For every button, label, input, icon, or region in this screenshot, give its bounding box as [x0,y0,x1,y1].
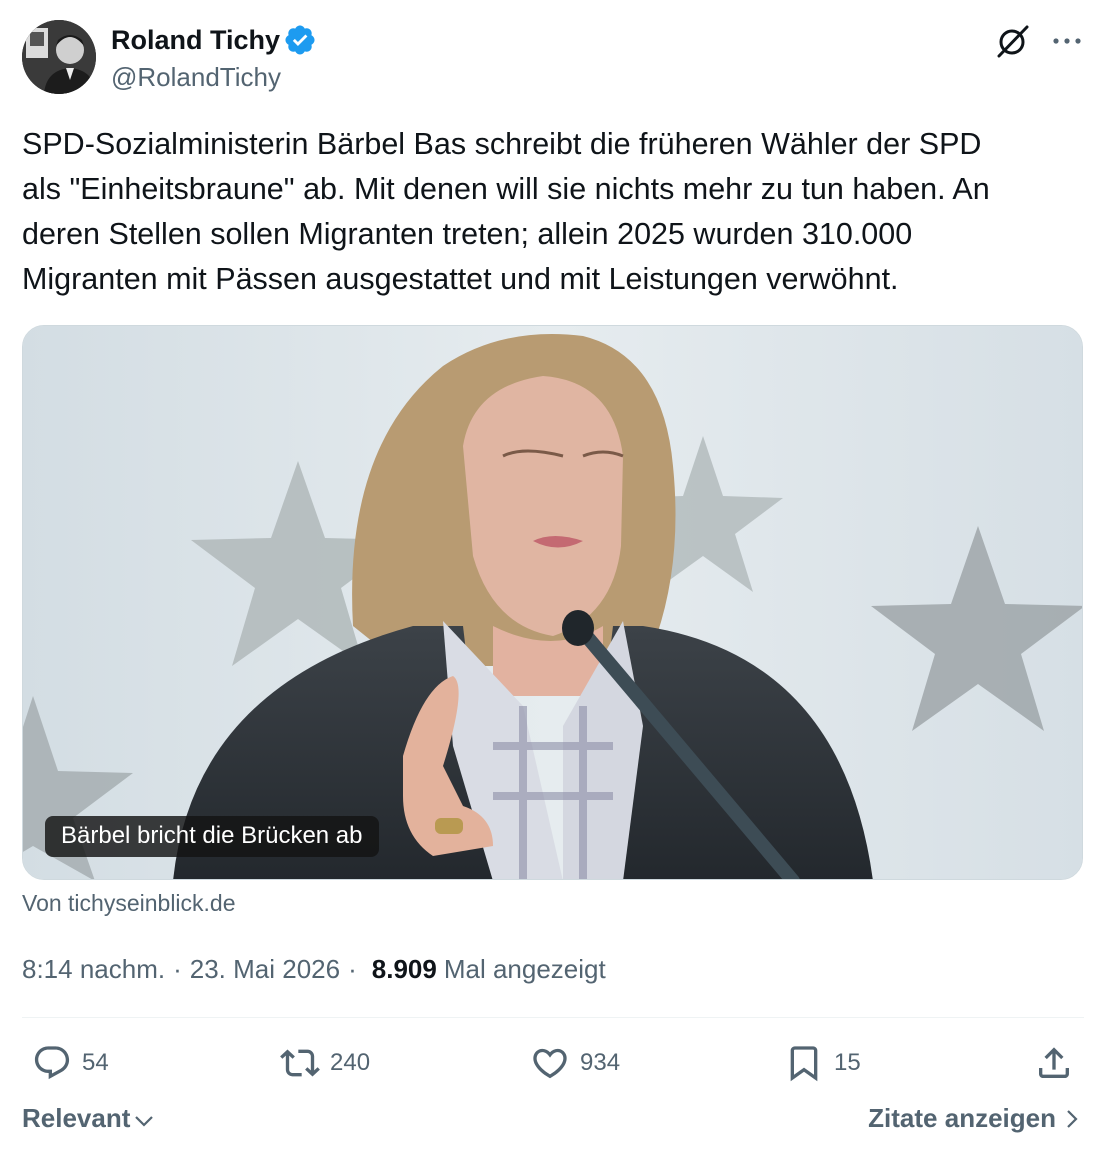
tweet-text: SPD-Sozialministerin Bärbel Bas schreibt… [22,127,990,296]
reply-count: 54 [82,1049,109,1076]
grok-icon[interactable] [994,22,1032,60]
repost-icon [280,1049,320,1077]
view-quotes-link[interactable]: Zitate anzeigen [868,1103,1084,1134]
tweet-time[interactable]: 8:14 nachm. [22,954,165,985]
reply-button[interactable]: 54 [32,1036,109,1090]
author-handle[interactable]: @RolandTichy [111,62,317,93]
tweet-meta: 8:14 nachm. · 23. Mai 2026 · 8.909 Mal a… [22,952,606,986]
verified-badge-icon [285,25,315,55]
avatar[interactable] [22,20,96,94]
view-count: 8.909 [371,953,437,984]
bookmark-count: 15 [834,1049,861,1076]
like-button[interactable]: 934 [530,1036,620,1090]
reply-icon [34,1046,70,1080]
author-name[interactable]: Roland Tichy [111,25,280,56]
author-info: Roland Tichy @RolandTichy [111,22,317,93]
views-label: Mal angezeigt [443,953,606,984]
chevron-down-icon [135,1115,154,1127]
card-image [23,326,1082,879]
card-caption: Bärbel bricht die Brücken ab [45,816,379,857]
meta-separator: · [348,953,357,984]
action-bar: 54 240 934 15 [22,1036,1084,1090]
bookmark-button[interactable]: 15 [784,1036,861,1090]
bookmark-icon [790,1046,818,1082]
sort-dropdown[interactable]: Relevant [22,1103,156,1134]
share-button[interactable] [1034,1036,1074,1090]
repost-count: 240 [330,1049,371,1076]
more-icon[interactable] [1050,22,1084,60]
card-source[interactable]: Von tichyseinblick.de [22,890,236,917]
divider [22,1017,1084,1018]
share-icon [1039,1047,1069,1078]
author-name-row: Roland Tichy [111,22,317,58]
sort-label: Relevant [22,1103,131,1133]
tweet-footer: Relevant Zitate anzeigen [22,1103,1084,1143]
like-icon [533,1048,567,1079]
quotes-label: Zitate anzeigen [868,1103,1056,1133]
like-count: 934 [580,1049,621,1076]
tweet-date[interactable]: 23. Mai 2026 [190,954,340,985]
chevron-right-icon [1067,1109,1078,1128]
link-card[interactable]: Bärbel bricht die Brücken ab [22,325,1083,880]
tweet-header: Roland Tichy @RolandTichy [22,20,1084,100]
repost-button[interactable]: 240 [280,1036,370,1090]
meta-separator: · [173,953,182,984]
